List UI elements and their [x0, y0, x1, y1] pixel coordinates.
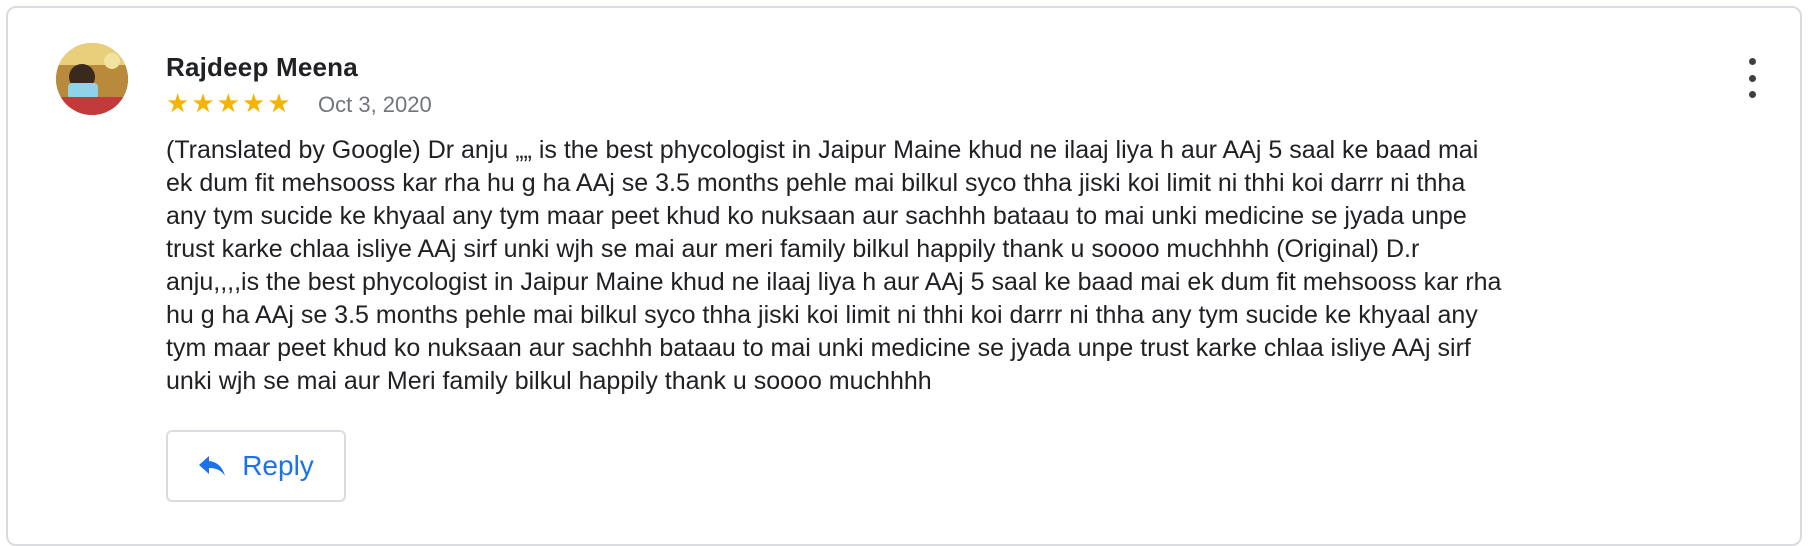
avatar[interactable]	[56, 43, 128, 115]
review-date: Oct 3, 2020	[318, 92, 432, 117]
reply-arrow-icon	[198, 454, 226, 478]
review-text: (Translated by Google) Dr anju „„ is the…	[166, 136, 1502, 395]
star-icon: ★	[191, 88, 215, 118]
star-icon: ★	[241, 88, 266, 118]
reply-button[interactable]: Reply	[166, 430, 346, 502]
dot	[1748, 74, 1756, 82]
reply-label: Reply	[242, 450, 314, 481]
dot	[1748, 91, 1756, 98]
avatar-photo	[56, 43, 128, 115]
star-icon: ★	[166, 88, 190, 118]
reviewer-name[interactable]: Rajdeep Meena	[166, 52, 358, 83]
review-card: Rajdeep Meena ★ ★ ★ ★ ★ Oct 3, 2020 (Tra…	[6, 6, 1802, 546]
dot	[1748, 58, 1756, 65]
star-rating: ★ ★ ★ ★ ★	[166, 88, 291, 118]
more-vert-icon[interactable]	[1738, 58, 1766, 98]
star-icon: ★	[216, 88, 240, 118]
star-icon: ★	[267, 88, 291, 118]
